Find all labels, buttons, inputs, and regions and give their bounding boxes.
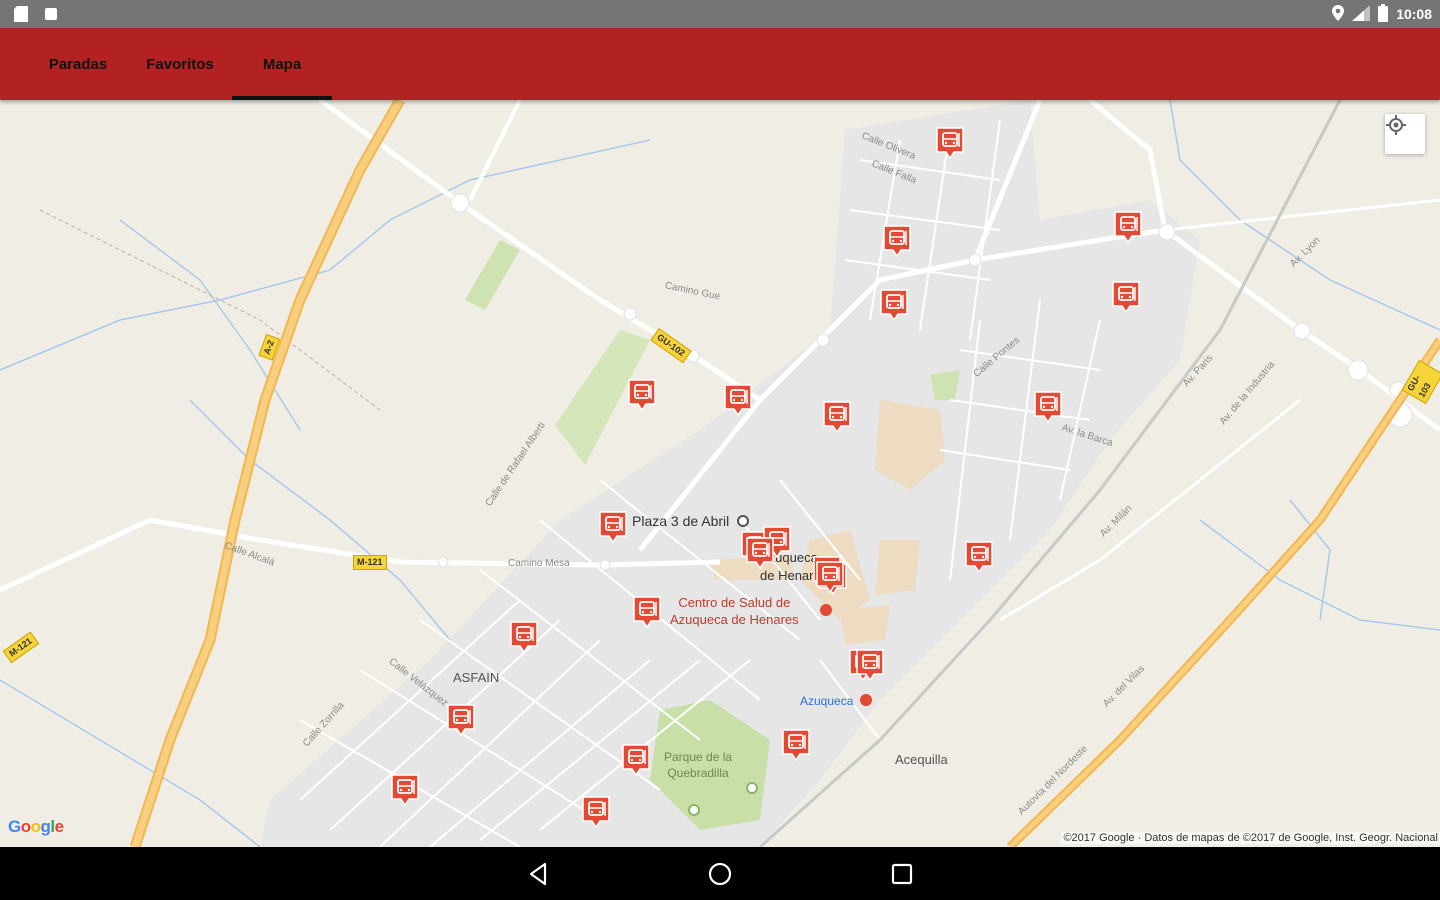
battery-icon bbox=[1378, 3, 1389, 25]
bus-stop-marker[interactable] bbox=[855, 648, 885, 682]
urban-core bbox=[875, 540, 920, 595]
hospital-icon bbox=[820, 604, 832, 616]
back-icon[interactable] bbox=[524, 859, 554, 889]
bus-icon bbox=[582, 796, 610, 829]
my-location-button[interactable] bbox=[1385, 114, 1425, 154]
status-time: 10:08 bbox=[1396, 6, 1432, 22]
bus-icon bbox=[880, 289, 908, 322]
bus-icon bbox=[724, 384, 752, 417]
bus-icon bbox=[746, 537, 774, 570]
plaza-label: Plaza 3 de Abril bbox=[632, 513, 730, 529]
bus-stop-marker[interactable] bbox=[581, 795, 611, 829]
bus-icon bbox=[1112, 281, 1140, 314]
bus-icon bbox=[510, 621, 538, 654]
bus-icon bbox=[628, 379, 656, 412]
bus-icon bbox=[816, 561, 844, 594]
bus-icon bbox=[823, 401, 851, 434]
park-area bbox=[930, 370, 960, 400]
bus-stop-marker[interactable] bbox=[509, 620, 539, 654]
signal-icon bbox=[1352, 4, 1371, 24]
google-logo: Google bbox=[8, 817, 64, 836]
train-station-icon bbox=[860, 694, 872, 706]
notification-icon bbox=[44, 6, 58, 22]
bus-stop-marker[interactable] bbox=[1111, 280, 1141, 314]
station-label: Azuqueca bbox=[800, 694, 854, 708]
bus-stop-marker[interactable] bbox=[964, 540, 994, 574]
bus-stop-marker[interactable] bbox=[390, 773, 420, 807]
bus-icon bbox=[782, 729, 810, 762]
bus-icon bbox=[965, 541, 993, 574]
urban-core bbox=[840, 605, 890, 645]
park-label: Parque de la Quebradilla bbox=[664, 749, 732, 781]
bus-stop-marker[interactable] bbox=[882, 224, 912, 258]
navigation-bar bbox=[0, 847, 1440, 900]
bus-stop-marker[interactable] bbox=[446, 703, 476, 737]
road-shield: M-121 bbox=[353, 555, 387, 570]
bus-icon bbox=[391, 774, 419, 807]
location-pin-icon bbox=[1332, 4, 1345, 24]
recents-icon[interactable] bbox=[887, 859, 917, 889]
bus-stop-marker[interactable] bbox=[822, 400, 852, 434]
tab-selected-indicator bbox=[232, 96, 332, 100]
bus-icon bbox=[1114, 211, 1142, 244]
bus-stop-marker[interactable] bbox=[1033, 390, 1063, 424]
bus-stop-marker[interactable] bbox=[627, 378, 657, 412]
bus-icon bbox=[633, 596, 661, 629]
map-attribution[interactable]: ©2017 Google · Datos de mapas de ©2017 d… bbox=[1061, 832, 1440, 844]
park-dot-icon bbox=[746, 782, 758, 794]
bus-stop-marker[interactable] bbox=[815, 560, 845, 594]
district-label: ASFAIN bbox=[453, 670, 500, 685]
tab-label: Favoritos bbox=[146, 55, 214, 73]
home-icon[interactable] bbox=[705, 859, 735, 889]
tab-paradas[interactable]: Paradas bbox=[28, 28, 128, 100]
bus-icon bbox=[447, 704, 475, 737]
bus-stop-marker[interactable] bbox=[745, 536, 775, 570]
tab-favoritos[interactable]: Favoritos bbox=[130, 28, 230, 100]
crosshair-icon bbox=[1386, 115, 1406, 135]
app-bar: Paradas Favoritos Mapa bbox=[0, 28, 1440, 100]
bus-icon bbox=[622, 744, 650, 777]
bus-icon bbox=[856, 649, 884, 682]
bus-stop-marker[interactable] bbox=[1113, 210, 1143, 244]
health-center-label-line2: Azuqueca de Henares bbox=[670, 612, 799, 627]
place-label: de Henar bbox=[760, 568, 814, 583]
bus-stop-marker[interactable] bbox=[935, 126, 965, 160]
bus-stop-marker[interactable] bbox=[781, 728, 811, 762]
plaza-icon bbox=[737, 515, 749, 527]
tab-mapa[interactable]: Mapa bbox=[232, 28, 332, 100]
bus-stop-marker[interactable] bbox=[723, 383, 753, 417]
park-label-line1: Parque de la bbox=[664, 750, 733, 764]
park-dot-icon bbox=[688, 804, 700, 816]
bus-stop-marker[interactable] bbox=[621, 743, 651, 777]
bus-icon bbox=[883, 225, 911, 258]
map-view[interactable]: Calle Olivera Calle Falla Calle Alcalá C… bbox=[0, 100, 1440, 847]
sd-card-icon bbox=[14, 6, 28, 22]
tab-label: Mapa bbox=[262, 55, 302, 73]
park-label-line2: Quebradilla bbox=[667, 766, 729, 780]
bus-icon bbox=[599, 511, 627, 544]
bus-icon bbox=[1034, 391, 1062, 424]
bus-icon bbox=[936, 127, 964, 160]
health-center-label-line1: Centro de Salud de bbox=[678, 595, 791, 610]
road-label: Camino Mesa bbox=[508, 558, 570, 569]
map-canvas bbox=[0, 100, 1440, 847]
bus-stop-marker[interactable] bbox=[632, 595, 662, 629]
bus-stop-marker[interactable] bbox=[598, 510, 628, 544]
bus-stop-marker[interactable] bbox=[879, 288, 909, 322]
status-bar: 10:08 bbox=[0, 0, 1440, 28]
place-label: Acequilla bbox=[895, 752, 948, 767]
health-center-label: Centro de Salud de Azuqueca de Henares bbox=[670, 594, 799, 628]
tab-label: Paradas bbox=[48, 55, 108, 73]
